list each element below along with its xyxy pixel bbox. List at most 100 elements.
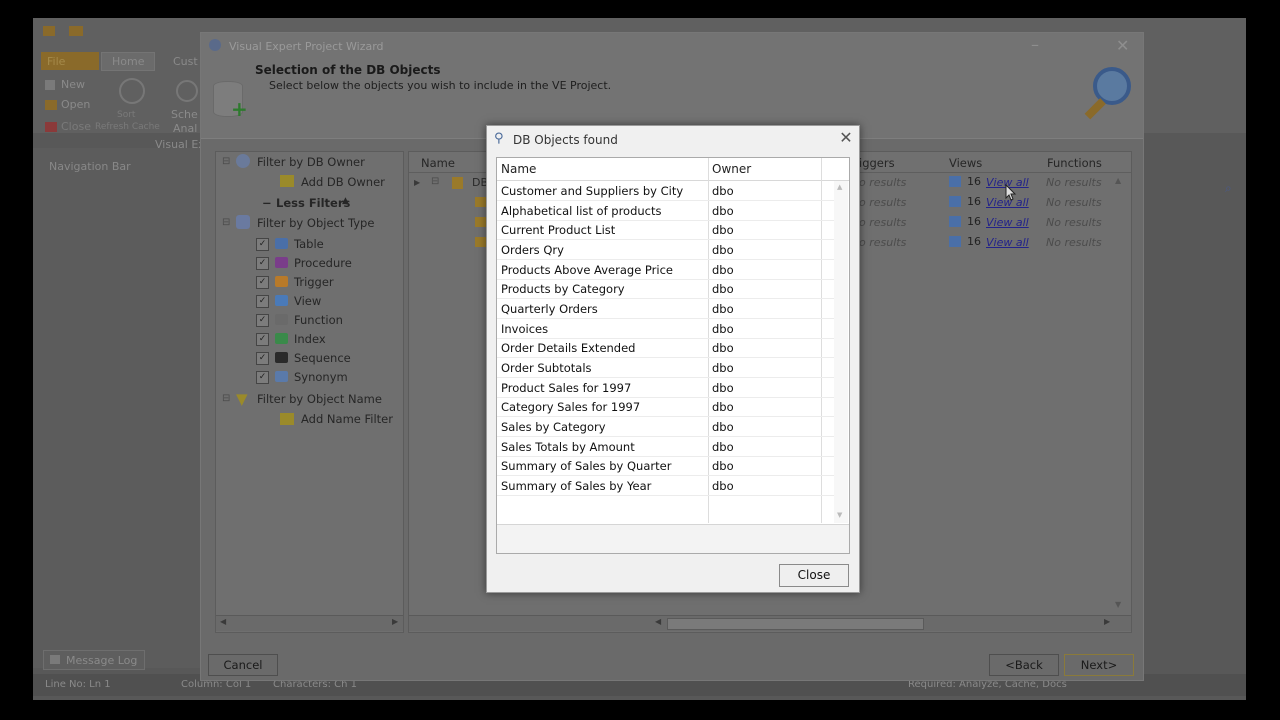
- collapse-owner-icon[interactable]: ⊟: [222, 156, 230, 167]
- open-button[interactable]: Open: [61, 98, 90, 111]
- collapse-up-icon[interactable]: ▲: [342, 196, 349, 206]
- close-button[interactable]: Close: [61, 120, 91, 133]
- navigation-bar: Navigation Bar: [33, 148, 202, 668]
- search-icon[interactable]: ⌕: [1225, 181, 1232, 196]
- object-name: Order Details Extended: [501, 341, 636, 355]
- sequence-checkbox[interactable]: ✓: [256, 352, 269, 365]
- scroll-down-icon[interactable]: ▼: [1115, 600, 1121, 609]
- triggers-cell: o results: [859, 196, 907, 209]
- grid-col-functions[interactable]: Functions: [1047, 156, 1102, 170]
- triggers-cell: o results: [859, 216, 907, 229]
- message-log-label: Message Log: [66, 654, 138, 667]
- wizard-title: Visual Expert Project Wizard: [229, 40, 384, 53]
- view-icon: [949, 176, 961, 187]
- table-row[interactable]: Alphabetical list of products dbo: [497, 201, 834, 221]
- refresh-cache-button[interactable]: Refresh Cache: [95, 122, 160, 132]
- function-checkbox[interactable]: ✓: [256, 314, 269, 327]
- tab-home[interactable]: Home: [101, 52, 156, 71]
- object-owner: dbo: [712, 440, 734, 454]
- scroll-right-icon[interactable]: ▶: [1104, 617, 1110, 626]
- grid-col-views[interactable]: Views: [949, 156, 982, 170]
- table-row[interactable]: Customer and Suppliers by City dbo: [497, 181, 834, 201]
- scroll-right-icon[interactable]: ▶: [392, 617, 398, 626]
- view-checkbox[interactable]: ✓: [256, 295, 269, 308]
- table-row[interactable]: Products Above Average Price dbo: [497, 260, 834, 280]
- grid-col-triggers[interactable]: iggers: [859, 156, 895, 170]
- next-button[interactable]: Next>: [1064, 654, 1134, 676]
- dialog-close-icon[interactable]: ✕: [836, 128, 856, 148]
- synonym-checkbox[interactable]: ✓: [256, 371, 269, 384]
- clock-icon: [176, 80, 198, 102]
- wizard-close-icon[interactable]: ✕: [1116, 36, 1129, 55]
- table-row[interactable]: Quarterly Orders dbo: [497, 299, 834, 319]
- table-row[interactable]: Sales Totals by Amount dbo: [497, 437, 834, 457]
- minimize-icon[interactable]: –: [1031, 35, 1039, 54]
- filter-by-owner: Filter by DB Owner: [257, 155, 365, 169]
- scroll-up-icon[interactable]: ▲: [837, 183, 842, 191]
- open-icon: [45, 100, 57, 110]
- close-button[interactable]: Close: [779, 564, 849, 587]
- table-row[interactable]: Category Sales for 1997 dbo: [497, 397, 834, 417]
- table-row[interactable]: Products by Category dbo: [497, 279, 834, 299]
- grid-hscrollbar[interactable]: ◀ ▶: [409, 615, 1131, 631]
- table-row[interactable]: Summary of Sales by Year dbo: [497, 476, 834, 496]
- grid-row: o results 16 View all No results: [859, 175, 1127, 196]
- view-all-link[interactable]: View all: [986, 236, 1029, 249]
- view-all-link[interactable]: View all: [986, 216, 1029, 229]
- folder-icon[interactable]: [69, 26, 83, 36]
- grid-row: o results 16 View all No results: [859, 195, 1127, 216]
- table-row[interactable]: Summary of Sales by Quarter dbo: [497, 456, 834, 476]
- table-row[interactable]: Current Product List dbo: [497, 220, 834, 240]
- expand-icon[interactable]: ▶: [414, 178, 420, 187]
- table-row[interactable]: Order Details Extended dbo: [497, 338, 834, 358]
- funnel-icon: ▼: [236, 390, 248, 408]
- type-label: Synonym: [294, 370, 348, 384]
- table-row[interactable]: Invoices dbo: [497, 319, 834, 339]
- object-name: Products by Category: [501, 282, 625, 296]
- table-row[interactable]: Order Subtotals dbo: [497, 358, 834, 378]
- status-line: Line No: Ln 1: [45, 679, 111, 690]
- objects-header: Name Owner: [497, 158, 849, 181]
- collapse-type-icon[interactable]: ⊟: [222, 217, 230, 228]
- table-checkbox[interactable]: ✓: [256, 238, 269, 251]
- collapse-name-icon[interactable]: ⊟: [222, 393, 230, 404]
- scroll-left-icon[interactable]: ◀: [655, 617, 661, 626]
- trigger-checkbox[interactable]: ✓: [256, 276, 269, 289]
- close-project-icon: [45, 122, 57, 132]
- object-owner: dbo: [712, 184, 734, 198]
- object-name: Customer and Suppliers by City: [501, 184, 684, 198]
- object-owner: dbo: [712, 223, 734, 237]
- back-button[interactable]: <Back: [989, 654, 1059, 676]
- table-row[interactable]: Sales by Category dbo: [497, 417, 834, 437]
- col-name-header[interactable]: Name: [501, 162, 536, 176]
- less-filters-toggle[interactable]: Less Filters: [276, 196, 350, 210]
- view-icon: [949, 196, 961, 207]
- add-name-filter-link[interactable]: Add Name Filter: [301, 412, 393, 426]
- analyze-button[interactable]: Anal: [173, 122, 197, 135]
- table-row[interactable]: Product Sales for 1997 dbo: [497, 378, 834, 398]
- grid-col-name[interactable]: Name: [421, 156, 455, 170]
- object-name: Quarterly Orders: [501, 302, 598, 316]
- procedure-icon: [275, 257, 288, 268]
- table-row[interactable]: Orders Qry dbo: [497, 240, 834, 260]
- tab-customize[interactable]: Cust: [173, 55, 198, 68]
- objects-vscrollbar[interactable]: ▲ ▼: [834, 181, 848, 523]
- objects-footer: [497, 524, 849, 553]
- new-button[interactable]: New: [61, 78, 85, 91]
- functions-cell: No results: [1046, 196, 1102, 209]
- scroll-up-icon[interactable]: ▲: [1115, 176, 1121, 185]
- col-owner-header[interactable]: Owner: [712, 162, 751, 176]
- object-name: Orders Qry: [501, 243, 564, 257]
- add-db-owner-link[interactable]: Add DB Owner: [301, 175, 385, 189]
- scroll-thumb[interactable]: [667, 618, 924, 630]
- scroll-down-icon[interactable]: ▼: [837, 511, 842, 519]
- procedure-checkbox[interactable]: ✓: [256, 257, 269, 270]
- scroll-left-icon[interactable]: ◀: [220, 617, 226, 626]
- index-checkbox[interactable]: ✓: [256, 333, 269, 346]
- sort-button[interactable]: Sort: [117, 110, 135, 120]
- cancel-button[interactable]: Cancel: [208, 654, 278, 676]
- filter-hscrollbar[interactable]: ◀ ▶: [216, 615, 403, 631]
- collapse-db-icon[interactable]: ⊟: [431, 176, 439, 187]
- message-log-tab[interactable]: Message Log: [43, 650, 145, 670]
- schema-button[interactable]: Sche: [171, 108, 198, 121]
